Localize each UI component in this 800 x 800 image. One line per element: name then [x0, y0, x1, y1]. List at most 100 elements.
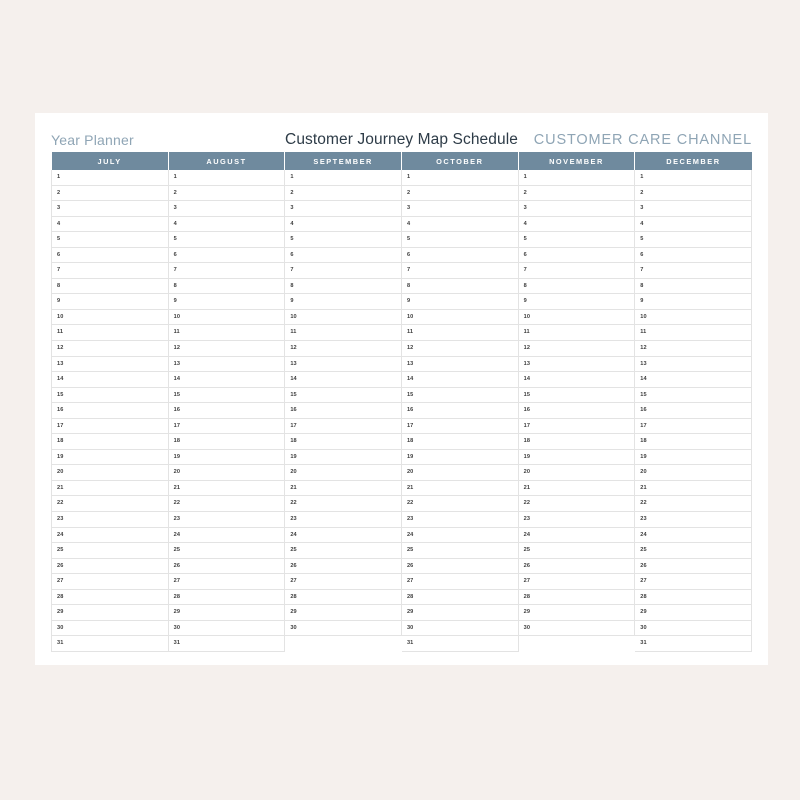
day-cell[interactable]: 5 [401, 231, 519, 248]
day-cell[interactable]: 18 [401, 433, 519, 450]
day-cell[interactable]: 25 [401, 542, 519, 559]
day-cell[interactable]: 5 [634, 231, 752, 248]
day-cell[interactable]: 22 [401, 495, 519, 513]
day-cell[interactable]: 2 [168, 185, 286, 202]
day-cell[interactable]: 6 [51, 247, 169, 264]
day-cell[interactable]: 25 [51, 542, 169, 559]
day-cell[interactable]: 21 [51, 480, 169, 497]
day-cell[interactable]: 4 [168, 216, 286, 233]
day-cell[interactable]: 3 [168, 200, 286, 217]
day-cell[interactable]: 13 [168, 356, 286, 373]
day-cell[interactable]: 7 [634, 262, 752, 279]
day-cell[interactable]: 20 [284, 464, 402, 481]
day-cell[interactable]: 8 [284, 278, 402, 295]
day-cell[interactable]: 5 [51, 231, 169, 248]
day-cell[interactable]: 30 [634, 620, 752, 637]
day-cell[interactable]: 16 [284, 402, 402, 419]
day-cell[interactable]: 1 [51, 170, 169, 186]
day-cell[interactable]: 21 [634, 480, 752, 497]
day-cell[interactable]: 11 [168, 324, 286, 342]
day-cell[interactable]: 18 [518, 433, 636, 450]
day-cell[interactable]: 30 [401, 620, 519, 637]
day-cell[interactable]: 23 [634, 511, 752, 528]
day-cell[interactable]: 14 [401, 371, 519, 388]
day-cell[interactable]: 12 [284, 340, 402, 357]
day-cell[interactable]: 7 [401, 262, 519, 279]
day-cell[interactable]: 7 [284, 262, 402, 279]
day-cell[interactable]: 31 [51, 635, 169, 652]
day-cell[interactable]: 12 [51, 340, 169, 357]
day-cell[interactable]: 6 [518, 247, 636, 264]
day-cell[interactable]: 17 [51, 418, 169, 435]
day-cell[interactable]: 2 [518, 185, 636, 202]
day-cell[interactable]: 10 [401, 309, 519, 326]
day-cell[interactable]: 26 [51, 558, 169, 575]
day-cell[interactable]: 20 [168, 464, 286, 481]
day-cell[interactable]: 9 [634, 293, 752, 310]
day-cell[interactable]: 26 [634, 558, 752, 575]
day-cell[interactable]: 3 [284, 200, 402, 217]
day-cell[interactable]: 23 [518, 511, 636, 528]
day-cell[interactable]: 6 [401, 247, 519, 264]
day-cell[interactable]: 28 [634, 589, 752, 606]
day-cell[interactable]: 3 [51, 200, 169, 217]
day-cell[interactable]: 7 [168, 262, 286, 279]
day-cell[interactable]: 27 [634, 573, 752, 590]
day-cell[interactable]: 11 [634, 324, 752, 342]
day-cell[interactable]: 13 [51, 356, 169, 373]
day-cell[interactable]: 10 [634, 309, 752, 326]
day-cell[interactable]: 4 [518, 216, 636, 233]
day-cell[interactable]: 12 [401, 340, 519, 357]
day-cell[interactable]: 22 [168, 495, 286, 513]
day-cell[interactable]: 24 [401, 527, 519, 544]
day-cell-empty[interactable] [518, 636, 635, 652]
day-cell[interactable]: 18 [284, 433, 402, 450]
day-cell[interactable]: 15 [634, 387, 752, 404]
day-cell[interactable]: 16 [51, 402, 169, 419]
day-cell[interactable]: 8 [51, 278, 169, 295]
day-cell[interactable]: 10 [51, 309, 169, 326]
day-cell[interactable]: 29 [168, 604, 286, 621]
day-cell[interactable]: 9 [518, 293, 636, 310]
day-cell[interactable]: 17 [284, 418, 402, 435]
day-cell[interactable]: 22 [518, 495, 636, 513]
day-cell[interactable]: 6 [168, 247, 286, 264]
day-cell[interactable]: 26 [518, 558, 636, 575]
day-cell[interactable]: 19 [401, 449, 519, 466]
day-cell[interactable]: 25 [168, 542, 286, 559]
day-cell[interactable]: 4 [51, 216, 169, 233]
day-cell[interactable]: 2 [634, 185, 752, 202]
day-cell[interactable]: 11 [401, 324, 519, 342]
day-cell[interactable]: 1 [634, 170, 752, 186]
day-cell[interactable]: 10 [284, 309, 402, 326]
day-cell[interactable]: 27 [401, 573, 519, 590]
day-cell[interactable]: 17 [518, 418, 636, 435]
day-cell[interactable]: 30 [518, 620, 636, 637]
day-cell[interactable]: 20 [518, 464, 636, 481]
day-cell[interactable]: 20 [634, 464, 752, 481]
day-cell[interactable]: 23 [284, 511, 402, 528]
day-cell[interactable]: 11 [518, 324, 636, 342]
day-cell[interactable]: 1 [518, 170, 636, 186]
day-cell[interactable]: 2 [51, 185, 169, 202]
day-cell[interactable]: 3 [518, 200, 636, 217]
day-cell[interactable]: 5 [284, 231, 402, 248]
day-cell[interactable]: 8 [168, 278, 286, 295]
day-cell[interactable]: 19 [284, 449, 402, 466]
day-cell[interactable]: 23 [51, 511, 169, 528]
day-cell[interactable]: 1 [284, 170, 402, 186]
day-cell[interactable]: 15 [51, 387, 169, 404]
day-cell[interactable]: 28 [51, 589, 169, 606]
day-cell[interactable]: 18 [634, 433, 752, 450]
day-cell[interactable]: 13 [518, 356, 636, 373]
day-cell[interactable]: 17 [634, 418, 752, 435]
day-cell[interactable]: 4 [284, 216, 402, 233]
day-cell[interactable]: 13 [284, 356, 402, 373]
day-cell[interactable]: 22 [284, 495, 402, 513]
day-cell[interactable]: 5 [168, 231, 286, 248]
day-cell[interactable]: 29 [518, 604, 636, 621]
day-cell[interactable]: 18 [51, 433, 169, 450]
day-cell-empty[interactable] [285, 636, 402, 652]
day-cell[interactable]: 31 [634, 635, 752, 652]
day-cell[interactable]: 28 [518, 589, 636, 606]
